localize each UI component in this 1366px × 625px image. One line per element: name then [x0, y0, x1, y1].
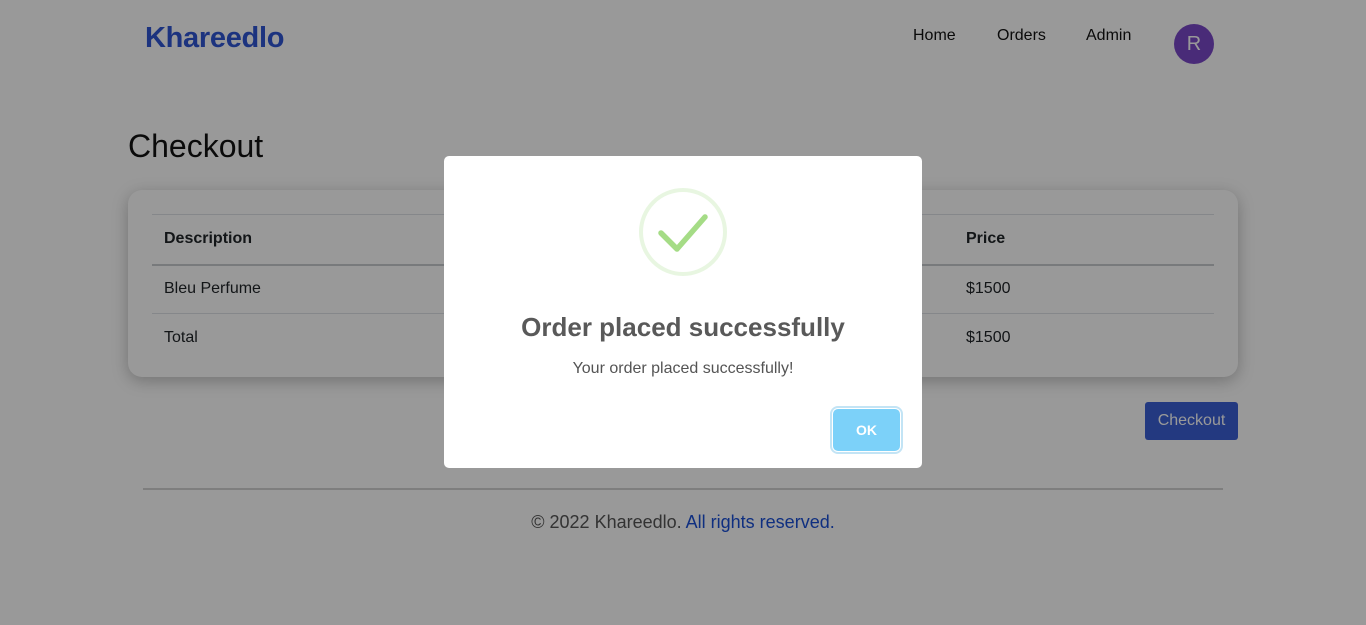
dialog-title: Order placed successfully: [521, 312, 845, 342]
success-dialog: Order placed successfully Your order pla…: [444, 156, 922, 468]
ok-button[interactable]: OK: [833, 409, 900, 451]
dialog-message: Your order placed successfully!: [572, 360, 794, 377]
success-check-icon: [639, 188, 727, 276]
